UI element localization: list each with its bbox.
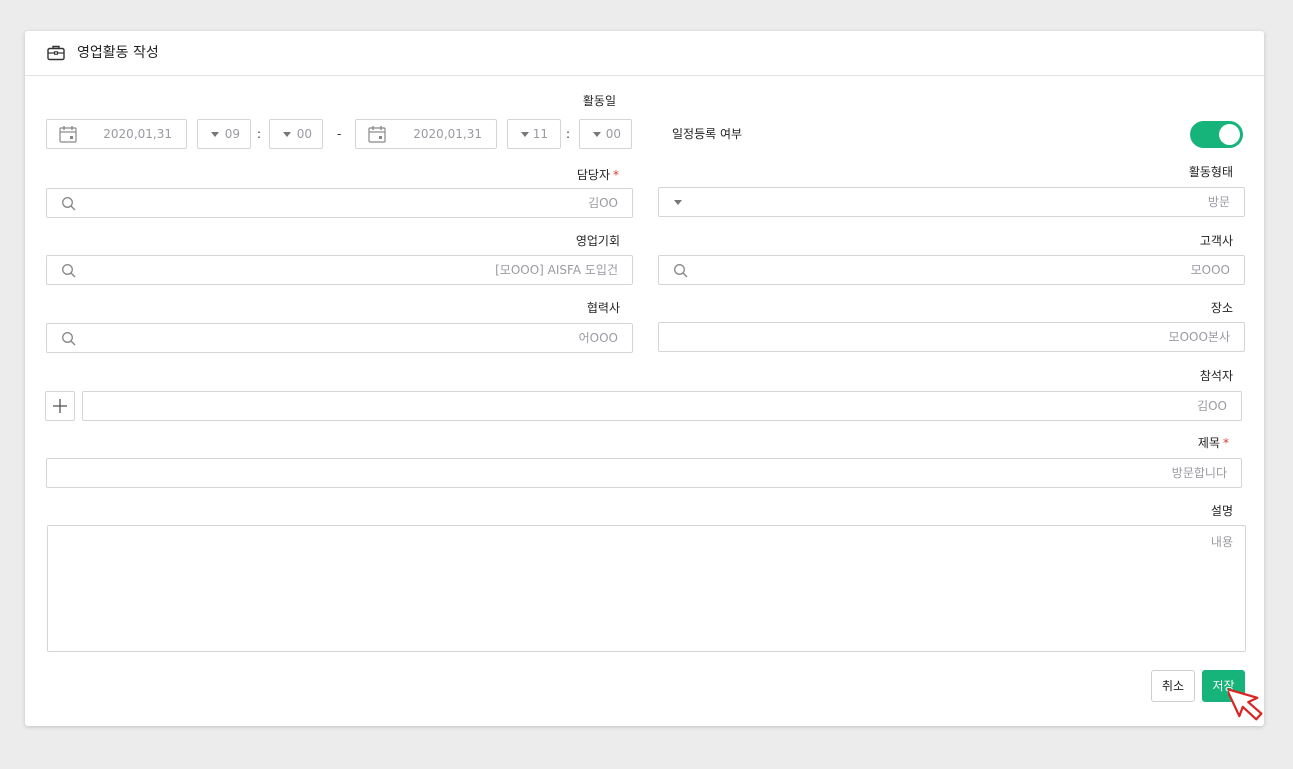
activity-type-select[interactable]: 방문	[658, 187, 1245, 217]
activity-date-label: 활동일	[582, 94, 616, 108]
customer-search-input[interactable]: 모OOO	[658, 255, 1245, 285]
calendar-icon	[59, 126, 77, 143]
end-hour-select[interactable]: 11	[507, 119, 561, 149]
search-icon	[62, 332, 76, 346]
subject-input[interactable]: 방문합니다	[46, 458, 1242, 488]
subject-label: 제목 *	[1198, 435, 1229, 451]
location-input[interactable]: 모OOO본사	[658, 322, 1245, 352]
owner-value: 김OO	[588, 196, 618, 210]
toggle-knob	[1219, 124, 1240, 145]
owner-search-input[interactable]: 김OO	[46, 188, 633, 218]
activity-form-card: 영업활동 작성 활동일 2020,01,31 09 : 00 - 2020,01…	[25, 31, 1264, 726]
location-value: 모OOO본사	[1168, 330, 1230, 344]
mouse-pointer-icon	[1228, 687, 1263, 721]
attendees-value: 김OO	[1197, 399, 1227, 413]
opportunity-value: [모OOO] AISFA 도입건	[495, 263, 618, 277]
start-hour-select[interactable]: 09	[197, 119, 251, 149]
required-mark: *	[613, 168, 619, 182]
partner-search-input[interactable]: 어OOO	[46, 323, 633, 353]
required-mark: *	[1223, 436, 1229, 450]
search-icon	[62, 264, 76, 278]
end-date-picker[interactable]: 2020,01,31	[355, 119, 497, 149]
calendar-icon	[368, 126, 386, 143]
end-hour-value: 11	[532, 127, 548, 141]
attendees-label: 참석자	[1199, 369, 1233, 383]
chevron-down-icon	[211, 132, 219, 137]
description-label: 설명	[1210, 504, 1233, 518]
card-header: 영업활동 작성	[25, 31, 1264, 76]
owner-label-text: 담당자	[576, 168, 610, 182]
end-date-value: 2020,01,31	[413, 127, 482, 141]
activity-type-label: 활동형태	[1188, 165, 1233, 179]
partner-label: 협력사	[586, 301, 620, 315]
opportunity-label: 영업기회	[575, 234, 620, 248]
chevron-down-icon	[674, 200, 682, 205]
location-label: 장소	[1210, 301, 1233, 315]
time-colon: :	[566, 127, 571, 141]
customer-value: 모OOO	[1190, 263, 1230, 277]
briefcase-icon	[47, 45, 65, 61]
cancel-button[interactable]: 취소	[1151, 670, 1195, 702]
opportunity-search-input[interactable]: [모OOO] AISFA 도입건	[46, 255, 633, 285]
subject-value: 방문합니다	[1171, 466, 1227, 480]
activity-type-value: 방문	[1207, 195, 1230, 209]
chevron-down-icon	[521, 132, 529, 137]
start-date-picker[interactable]: 2020,01,31	[46, 119, 187, 149]
partner-value: 어OOO	[578, 331, 618, 345]
search-icon	[62, 197, 76, 211]
search-icon	[674, 264, 688, 278]
start-minute-value: 00	[296, 127, 312, 141]
add-attendee-button[interactable]	[45, 391, 75, 421]
time-colon: :	[257, 127, 262, 141]
chevron-down-icon	[283, 132, 291, 137]
start-date-value: 2020,01,31	[103, 127, 172, 141]
description-textarea[interactable]	[47, 525, 1246, 652]
subject-label-text: 제목	[1197, 436, 1220, 450]
customer-label: 고객사	[1199, 234, 1233, 248]
start-minute-select[interactable]: 00	[269, 119, 323, 149]
page-title: 영업활동 작성	[77, 45, 159, 61]
plus-icon	[53, 399, 67, 413]
end-minute-select[interactable]: 00	[579, 119, 632, 149]
schedule-register-label: 일정등록 여부	[672, 127, 743, 141]
start-hour-value: 09	[224, 127, 240, 141]
owner-label: 담당자 *	[577, 167, 619, 183]
end-minute-value: 00	[605, 127, 621, 141]
chevron-down-icon	[593, 132, 601, 137]
schedule-register-toggle[interactable]	[1190, 121, 1243, 148]
attendees-input[interactable]: 김OO	[82, 391, 1242, 421]
range-separator: -	[337, 127, 342, 141]
